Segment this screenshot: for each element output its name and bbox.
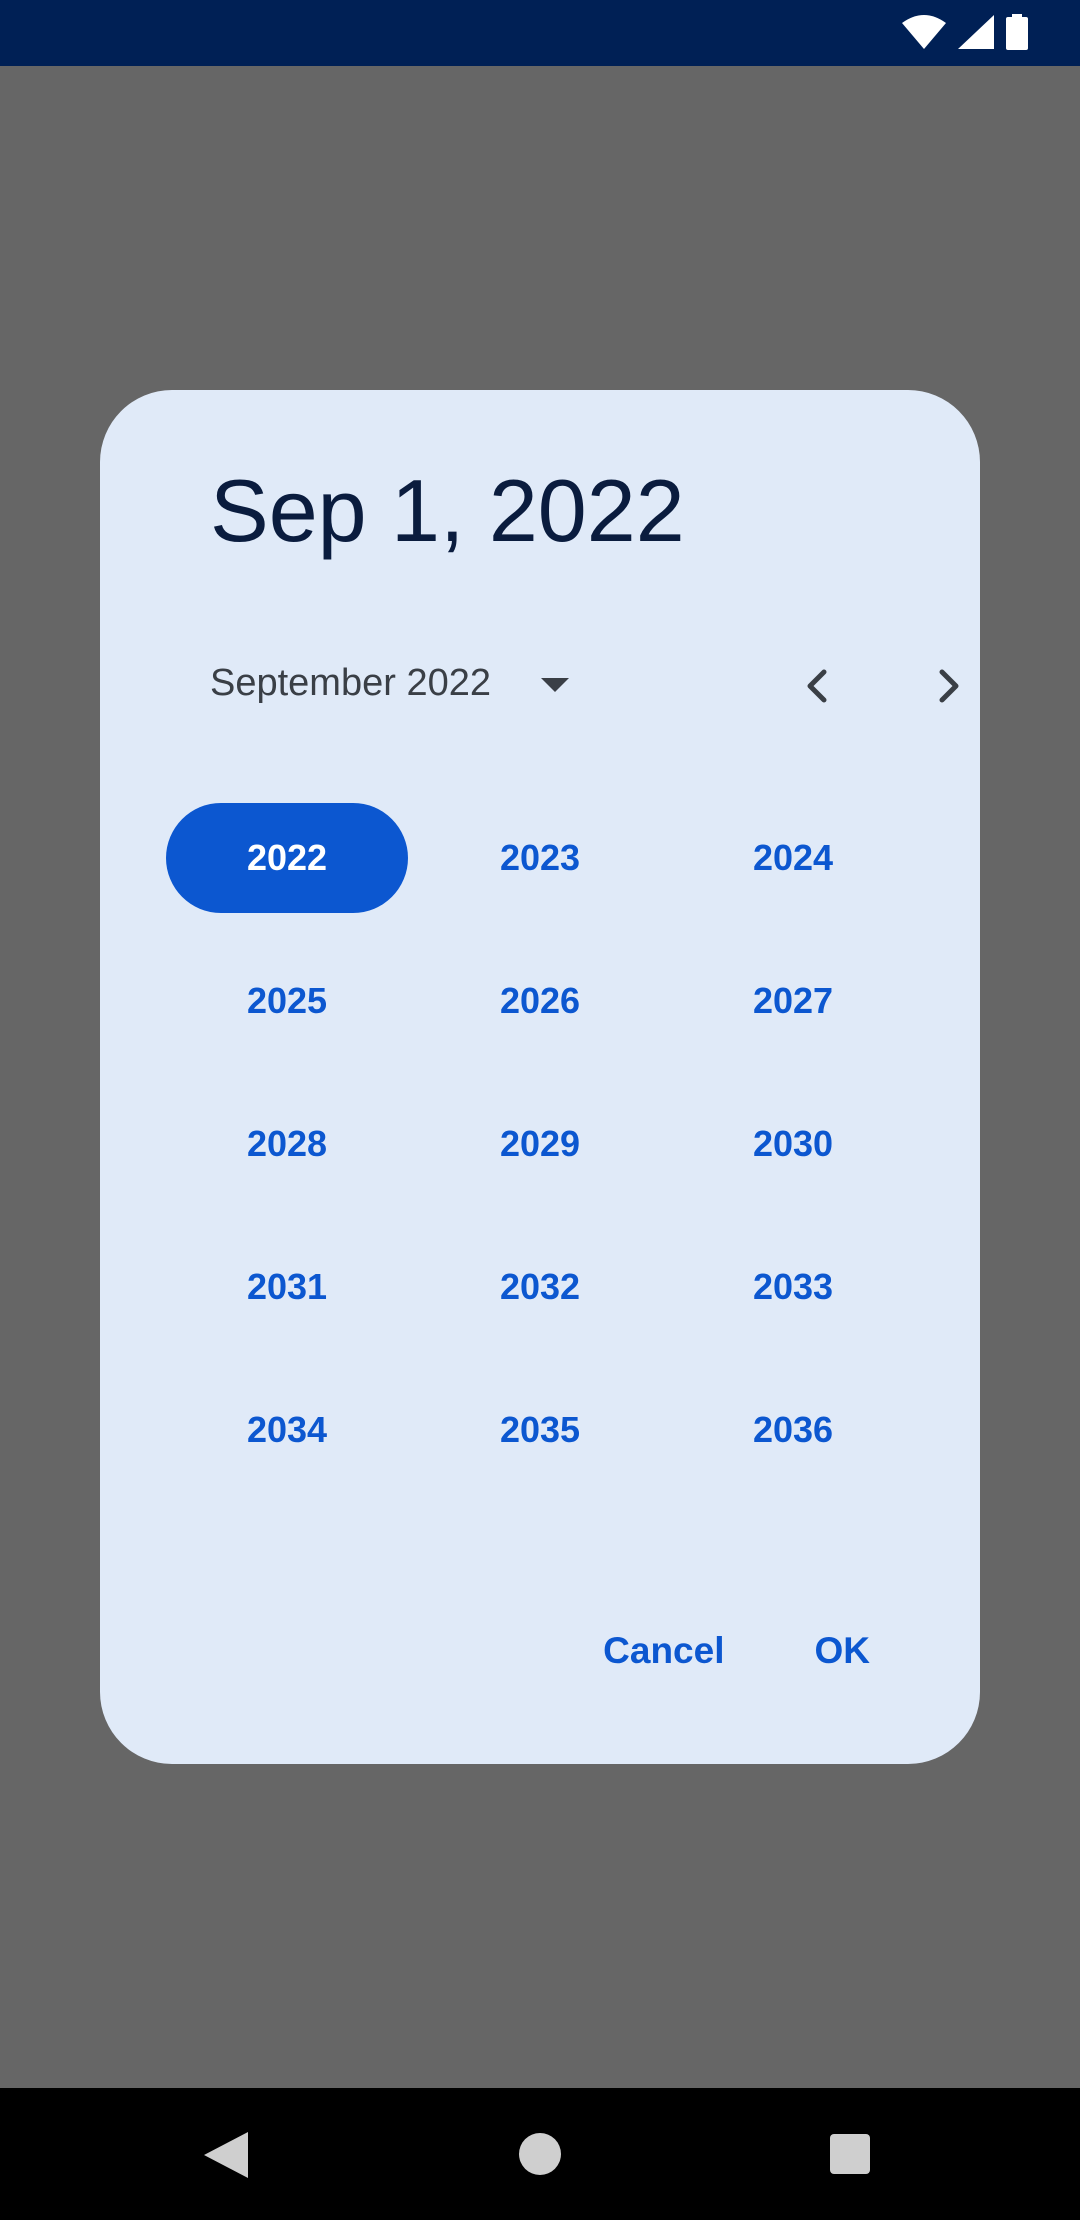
year-item[interactable]: 2026: [419, 946, 661, 1056]
status-icons: [902, 14, 1028, 50]
home-icon[interactable]: [519, 2133, 561, 2175]
selected-date-headline: Sep 1, 2022: [210, 461, 685, 560]
year-item[interactable]: 2030: [672, 1089, 914, 1199]
year-item[interactable]: 2036: [672, 1375, 914, 1485]
wifi-icon: [902, 15, 946, 49]
dropdown-arrow-icon[interactable]: [535, 668, 575, 702]
year-item[interactable]: 2033: [672, 1232, 914, 1342]
date-picker-dialog: Sep 1, 2022 September 2022 2022 2023 202…: [100, 390, 980, 1764]
year-item[interactable]: 2031: [166, 1232, 408, 1342]
month-year-dropdown-label[interactable]: September 2022: [210, 662, 491, 705]
next-month-button[interactable]: [910, 648, 986, 724]
ok-button[interactable]: OK: [805, 1624, 881, 1678]
navigation-bar: [0, 2088, 1080, 2220]
year-item[interactable]: 2035: [419, 1375, 661, 1485]
chevron-right-icon: [939, 669, 959, 703]
year-item[interactable]: 2027: [672, 946, 914, 1056]
year-item[interactable]: 2024: [672, 803, 914, 913]
back-icon[interactable]: [204, 2132, 248, 2178]
status-bar: [0, 0, 1080, 66]
year-item-selected[interactable]: 2022: [166, 803, 408, 913]
dialog-actions: Cancel OK: [593, 1624, 880, 1678]
recents-icon[interactable]: [830, 2134, 870, 2174]
chevron-left-icon: [807, 669, 827, 703]
year-item[interactable]: 2028: [166, 1089, 408, 1199]
year-item[interactable]: 2023: [419, 803, 661, 913]
previous-month-button[interactable]: [780, 648, 856, 724]
battery-icon: [1006, 14, 1028, 50]
year-item[interactable]: 2025: [166, 946, 408, 1056]
month-selector-row: September 2022: [210, 648, 959, 720]
year-item[interactable]: 2034: [166, 1375, 408, 1485]
year-grid: 2022 2023 2024 2025 2026 2027 2028 2029 …: [166, 803, 926, 1485]
cell-signal-icon: [958, 15, 994, 49]
cancel-button[interactable]: Cancel: [593, 1624, 734, 1678]
year-item[interactable]: 2029: [419, 1089, 661, 1199]
year-item[interactable]: 2032: [419, 1232, 661, 1342]
